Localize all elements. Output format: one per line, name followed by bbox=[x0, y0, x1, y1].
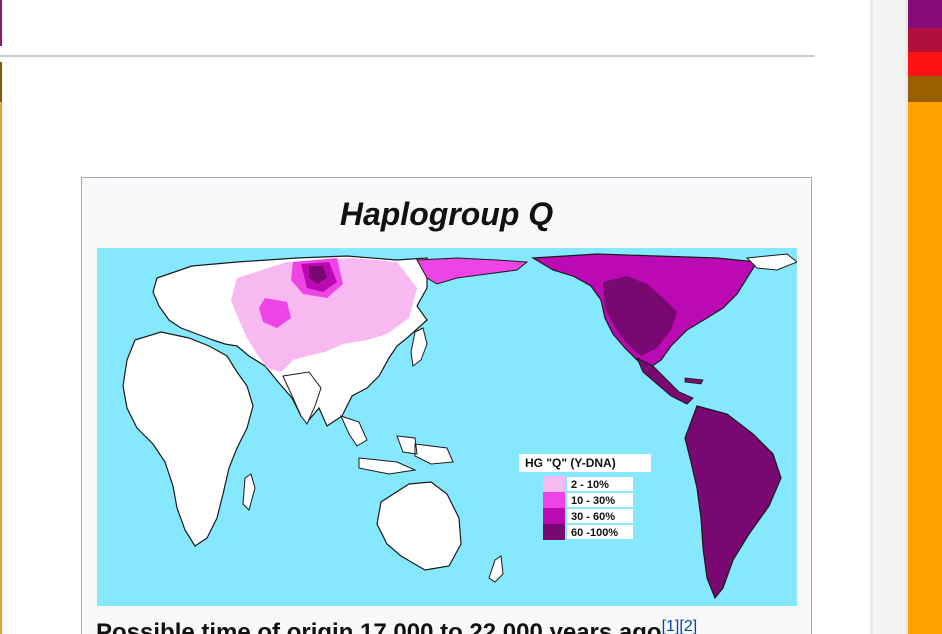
infobox-caption: Possible time of origin 17,000 to 22,000… bbox=[96, 618, 697, 634]
scrollbar-thumb[interactable] bbox=[873, 0, 905, 634]
left-edge-accent bbox=[0, 102, 2, 634]
legend-swatch bbox=[543, 524, 565, 540]
legend-swatch bbox=[543, 492, 565, 508]
strip-segment bbox=[908, 0, 942, 28]
legend-label: 30 - 60% bbox=[571, 511, 615, 523]
strip-segment bbox=[908, 76, 942, 102]
infobox: Haplogroup Q HG "Q" (Y-DNA) 2 - 10% 10 -… bbox=[81, 177, 812, 634]
strip-segment bbox=[908, 102, 942, 634]
legend-swatch bbox=[543, 508, 565, 524]
legend-swatch bbox=[543, 476, 565, 492]
page-viewport: Haplogroup Q HG "Q" (Y-DNA) 2 - 10% 10 -… bbox=[0, 0, 870, 634]
header-divider bbox=[0, 55, 815, 57]
strip-segment bbox=[908, 52, 942, 76]
legend-title: HG "Q" (Y-DNA) bbox=[525, 456, 616, 470]
right-color-strip bbox=[908, 0, 942, 634]
citation-link[interactable]: [1][2] bbox=[662, 618, 698, 634]
legend-label: 10 - 30% bbox=[571, 495, 615, 507]
left-edge-accent bbox=[0, 0, 2, 46]
left-edge-accent bbox=[0, 62, 2, 102]
strip-segment bbox=[908, 28, 942, 52]
haplogroup-q-distribution-map[interactable]: HG "Q" (Y-DNA) 2 - 10% 10 - 30% 30 - 60%… bbox=[97, 248, 797, 606]
legend-label: 2 - 10% bbox=[571, 479, 609, 491]
legend-label: 60 -100% bbox=[571, 527, 618, 539]
infobox-title: Haplogroup Q bbox=[339, 196, 554, 232]
origin-time-text: Possible time of origin 17,000 to 22,000… bbox=[96, 619, 662, 634]
